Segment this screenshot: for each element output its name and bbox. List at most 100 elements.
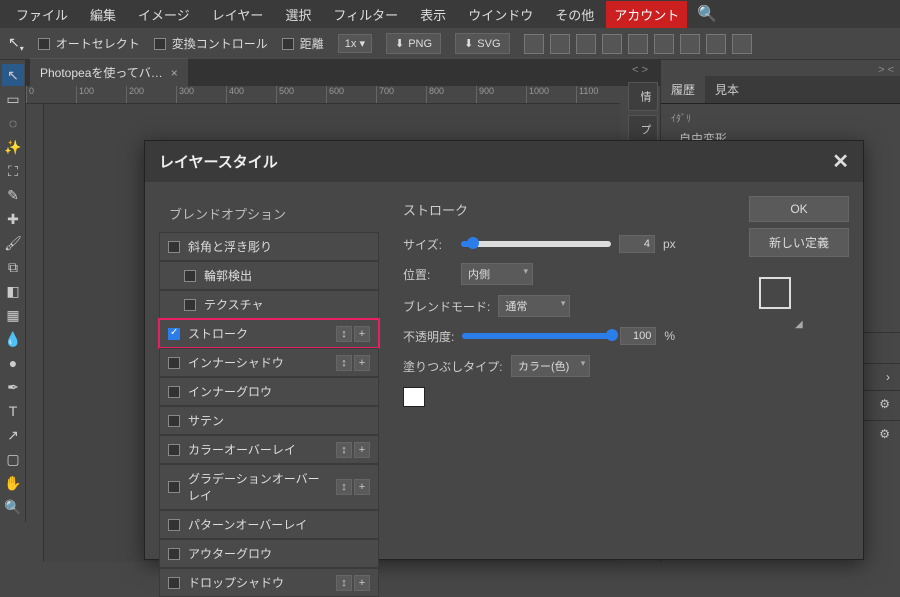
dialog-close-icon[interactable]: ✕ xyxy=(832,149,849,174)
crop-tool[interactable]: ⛶ xyxy=(2,160,24,182)
filltype-select[interactable]: カラー(色) xyxy=(511,355,590,377)
close-tab-icon[interactable]: × xyxy=(171,66,178,80)
eyedropper-tool[interactable]: ✎ xyxy=(2,184,24,206)
style-item-10[interactable]: アウターグロウ xyxy=(159,539,379,568)
style-checkbox[interactable] xyxy=(168,357,180,369)
menu-edit[interactable]: 編集 xyxy=(80,1,126,28)
blend-options-header[interactable]: ブレンドオプション xyxy=(159,196,379,231)
clone-tool[interactable]: ⧉ xyxy=(2,256,24,278)
align-middle-icon[interactable] xyxy=(628,34,648,54)
style-item-8[interactable]: グラデーションオーバーレイ↕+ xyxy=(159,464,379,510)
add-icon[interactable]: + xyxy=(354,326,370,342)
hand-tool[interactable]: ✋ xyxy=(2,472,24,494)
add-icon[interactable]: + xyxy=(354,442,370,458)
style-checkbox[interactable] xyxy=(168,577,180,589)
blend-select[interactable]: 通常 xyxy=(498,295,570,317)
style-checkbox[interactable] xyxy=(168,415,180,427)
lasso-tool[interactable]: ◌ xyxy=(2,112,24,134)
collapse-left-icon[interactable]: < > xyxy=(632,64,648,76)
preview-swatch[interactable] xyxy=(759,277,791,309)
text-tool[interactable]: T xyxy=(2,400,24,422)
align-center-icon[interactable] xyxy=(550,34,570,54)
tab-swatches[interactable]: 見本 xyxy=(705,76,749,103)
add-icon[interactable]: + xyxy=(354,355,370,371)
reorder-icon[interactable]: ↕ xyxy=(336,326,352,342)
shape-tool[interactable]: ▢ xyxy=(2,448,24,470)
style-checkbox[interactable] xyxy=(168,328,180,340)
add-icon[interactable]: + xyxy=(354,479,370,495)
autoselect-checkbox[interactable]: オートセレクト xyxy=(38,35,140,52)
brush-tool[interactable]: 🖌 xyxy=(2,232,24,254)
menu-window[interactable]: ウインドウ xyxy=(458,1,543,28)
style-checkbox[interactable] xyxy=(168,519,180,531)
path-tool[interactable]: ↗ xyxy=(2,424,24,446)
distribute-h-icon[interactable] xyxy=(680,34,700,54)
style-checkbox[interactable] xyxy=(168,386,180,398)
menu-account[interactable]: アカウント xyxy=(606,1,687,28)
style-item-3[interactable]: ストローク↕+ xyxy=(159,319,379,348)
add-icon[interactable]: + xyxy=(354,575,370,591)
style-item-11[interactable]: ドロップシャドウ↕+ xyxy=(159,568,379,597)
style-checkbox[interactable] xyxy=(168,481,180,493)
reorder-icon[interactable]: ↕ xyxy=(336,442,352,458)
dodge-tool[interactable]: ● xyxy=(2,352,24,374)
size-slider[interactable] xyxy=(461,241,611,247)
distribute-v-icon[interactable] xyxy=(706,34,726,54)
position-select[interactable]: 内側 xyxy=(461,263,533,285)
pen-tool[interactable]: ✒ xyxy=(2,376,24,398)
menu-layer[interactable]: レイヤー xyxy=(202,1,274,28)
menu-select[interactable]: 選択 xyxy=(275,1,321,28)
style-item-9[interactable]: パターンオーバーレイ xyxy=(159,510,379,539)
transform-controls-checkbox[interactable]: 変換コントロール xyxy=(154,35,268,52)
style-item-5[interactable]: インナーグロウ xyxy=(159,377,379,406)
size-input[interactable] xyxy=(619,235,655,253)
mini-tab-info[interactable]: 情 xyxy=(628,82,658,111)
style-item-4[interactable]: インナーシャドウ↕+ xyxy=(159,348,379,377)
gradient-tool[interactable]: ▦ xyxy=(2,304,24,326)
style-checkbox[interactable] xyxy=(168,241,180,253)
menu-view[interactable]: 表示 xyxy=(410,1,456,28)
move-tool[interactable]: ↖ xyxy=(2,64,24,86)
more-align-icon[interactable] xyxy=(732,34,752,54)
zoom-tool[interactable]: 🔍 xyxy=(2,496,24,518)
style-checkbox[interactable] xyxy=(184,299,196,311)
reorder-icon[interactable]: ↕ xyxy=(336,479,352,495)
align-right-icon[interactable] xyxy=(576,34,596,54)
style-checkbox[interactable] xyxy=(168,444,180,456)
export-png-button[interactable]: ⬇ PNG xyxy=(386,33,441,54)
export-svg-button[interactable]: ⬇ SVG xyxy=(455,33,509,54)
menu-image[interactable]: イメージ xyxy=(128,1,200,28)
search-icon[interactable]: 🔍 xyxy=(689,0,725,28)
style-item-2[interactable]: テクスチャ xyxy=(159,290,379,319)
document-tab[interactable]: Photopeaを使ってバ… × xyxy=(30,58,188,86)
opacity-input[interactable] xyxy=(620,327,656,345)
marquee-tool[interactable]: ▭ xyxy=(2,88,24,110)
style-checkbox[interactable] xyxy=(168,548,180,560)
blur-tool[interactable]: 💧 xyxy=(2,328,24,350)
tab-history[interactable]: 履歴 xyxy=(661,76,705,103)
fill-color-swatch[interactable] xyxy=(403,387,425,407)
dialog-titlebar[interactable]: レイヤースタイル ✕ xyxy=(145,141,863,182)
align-left-icon[interactable] xyxy=(524,34,544,54)
style-item-6[interactable]: サテン xyxy=(159,406,379,435)
menu-filter[interactable]: フィルター xyxy=(323,1,408,28)
style-checkbox[interactable] xyxy=(184,270,196,282)
align-bottom-icon[interactable] xyxy=(654,34,674,54)
menu-file[interactable]: ファイル xyxy=(6,1,78,28)
new-style-button[interactable]: 新しい定義 xyxy=(749,228,849,257)
reorder-icon[interactable]: ↕ xyxy=(336,575,352,591)
heal-tool[interactable]: ✚ xyxy=(2,208,24,230)
scale-select[interactable]: 1x ▾ xyxy=(338,34,372,53)
eraser-tool[interactable]: ◧ xyxy=(2,280,24,302)
align-top-icon[interactable] xyxy=(602,34,622,54)
style-item-7[interactable]: カラーオーバーレイ↕+ xyxy=(159,435,379,464)
menu-other[interactable]: その他 xyxy=(545,1,604,28)
ok-button[interactable]: OK xyxy=(749,196,849,222)
collapse-right-icon[interactable]: > < xyxy=(878,64,894,76)
style-item-0[interactable]: 斜角と浮き彫り xyxy=(159,232,379,261)
style-item-1[interactable]: 輪郭検出 xyxy=(159,261,379,290)
reorder-icon[interactable]: ↕ xyxy=(336,355,352,371)
wand-tool[interactable]: ✨ xyxy=(2,136,24,158)
distance-checkbox[interactable]: 距離 xyxy=(282,35,324,52)
opacity-slider[interactable] xyxy=(462,333,612,339)
